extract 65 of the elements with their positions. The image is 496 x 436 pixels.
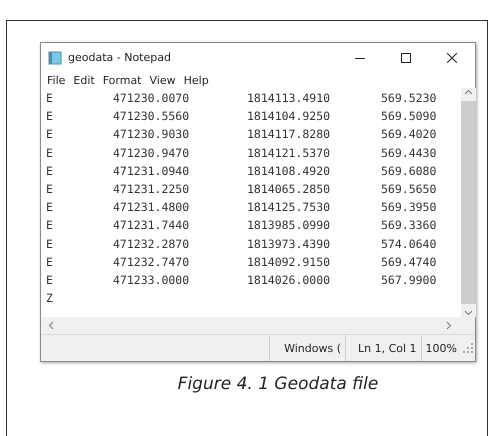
text-line-value: 1814125.7530 (247, 200, 332, 214)
text-line-value: 569.5090 (381, 109, 438, 124)
text-line-value: 569.5650 (381, 182, 438, 196)
text-line-value: 1813985.0990 (247, 218, 332, 232)
text-line-value: E (46, 182, 54, 196)
text-line-value: 471232.7470 (113, 254, 190, 269)
text-line-value: 471230.9030 (113, 127, 190, 142)
text-line-value: E (46, 91, 54, 106)
text-line-value: 471231.2250 (113, 182, 190, 196)
text-line-value: 471233.0000 (113, 272, 190, 287)
text-line-value: Z (46, 291, 54, 306)
text-line-value: 569.3360 (381, 218, 438, 232)
figure-caption: Figure 4. 1 Geodata file (176, 374, 380, 394)
scroll-up-icon[interactable] (464, 88, 473, 97)
text-line-value: 569.4430 (381, 146, 438, 160)
status-text: 100% (420, 335, 461, 361)
status-text: Ln 1, Col 1 (344, 335, 421, 361)
text-line-value: 1814121.5370 (247, 146, 332, 160)
status-text: Windows ( (269, 335, 345, 361)
menu-item[interactable]: Help (184, 74, 209, 86)
text-line-value: 1813973.4390 (247, 236, 332, 251)
text-line-value: 471232.2870 (113, 236, 190, 251)
text-line-value: E (46, 127, 54, 142)
text-line-value: 471230.0070 (113, 91, 190, 106)
text-line-value: 1814113.4910 (247, 91, 332, 106)
text-line-value: E (46, 218, 54, 232)
text-line-value: E (46, 109, 54, 124)
scroll-right-icon[interactable] (444, 321, 453, 330)
menu-item[interactable]: Format (102, 74, 142, 86)
scroll-down-icon[interactable] (464, 308, 473, 317)
window-title: geodata - Notepad (68, 51, 172, 64)
text-line-value: E (46, 164, 54, 178)
menu-item[interactable]: Edit (73, 74, 95, 86)
text-line-value: 471231.4800 (113, 200, 190, 214)
text-line-value: 569.3950 (381, 200, 438, 214)
text-line-value: E (46, 254, 54, 269)
vertical-scrollbar[interactable] (461, 88, 476, 317)
text-line-value: 471231.0940 (113, 164, 190, 178)
resize-grip-icon[interactable] (461, 341, 475, 355)
notepad-icon (48, 50, 62, 64)
horizontal-scrollbar[interactable] (41, 317, 475, 334)
text-line-value: 1814026.0000 (247, 272, 332, 287)
menu-item[interactable]: View (150, 74, 176, 86)
text-line-value: 471230.9470 (113, 146, 190, 160)
menu-item[interactable]: File (47, 74, 66, 86)
text-line-value: 1814117.8280 (247, 127, 332, 142)
text-line-value: 569.4740 (381, 254, 438, 269)
text-line-value: 1814108.4920 (247, 164, 332, 178)
text-line-value: E (46, 200, 54, 214)
text-line-value: 569.4020 (381, 127, 438, 142)
text-line-value: 569.6080 (381, 164, 438, 178)
text-line-value: E (46, 236, 54, 251)
text-line-value: 1814092.9150 (247, 254, 332, 269)
text-line-value: 567.9900 (381, 272, 438, 287)
text-line-value: 574.0640 (381, 236, 438, 251)
close-icon (447, 52, 457, 62)
text-line-value: 569.5230 (381, 91, 438, 106)
scroll-left-icon[interactable] (47, 321, 56, 330)
text-line-value: 1814104.9250 (247, 109, 332, 124)
text-line-value: 471230.5560 (113, 109, 190, 124)
text-line-value: 1814065.2850 (247, 182, 332, 196)
text-line-value: E (46, 272, 54, 287)
maximize-icon (401, 52, 411, 62)
text-line-value: 471231.7440 (113, 218, 190, 232)
text-line-value: E (46, 146, 54, 160)
